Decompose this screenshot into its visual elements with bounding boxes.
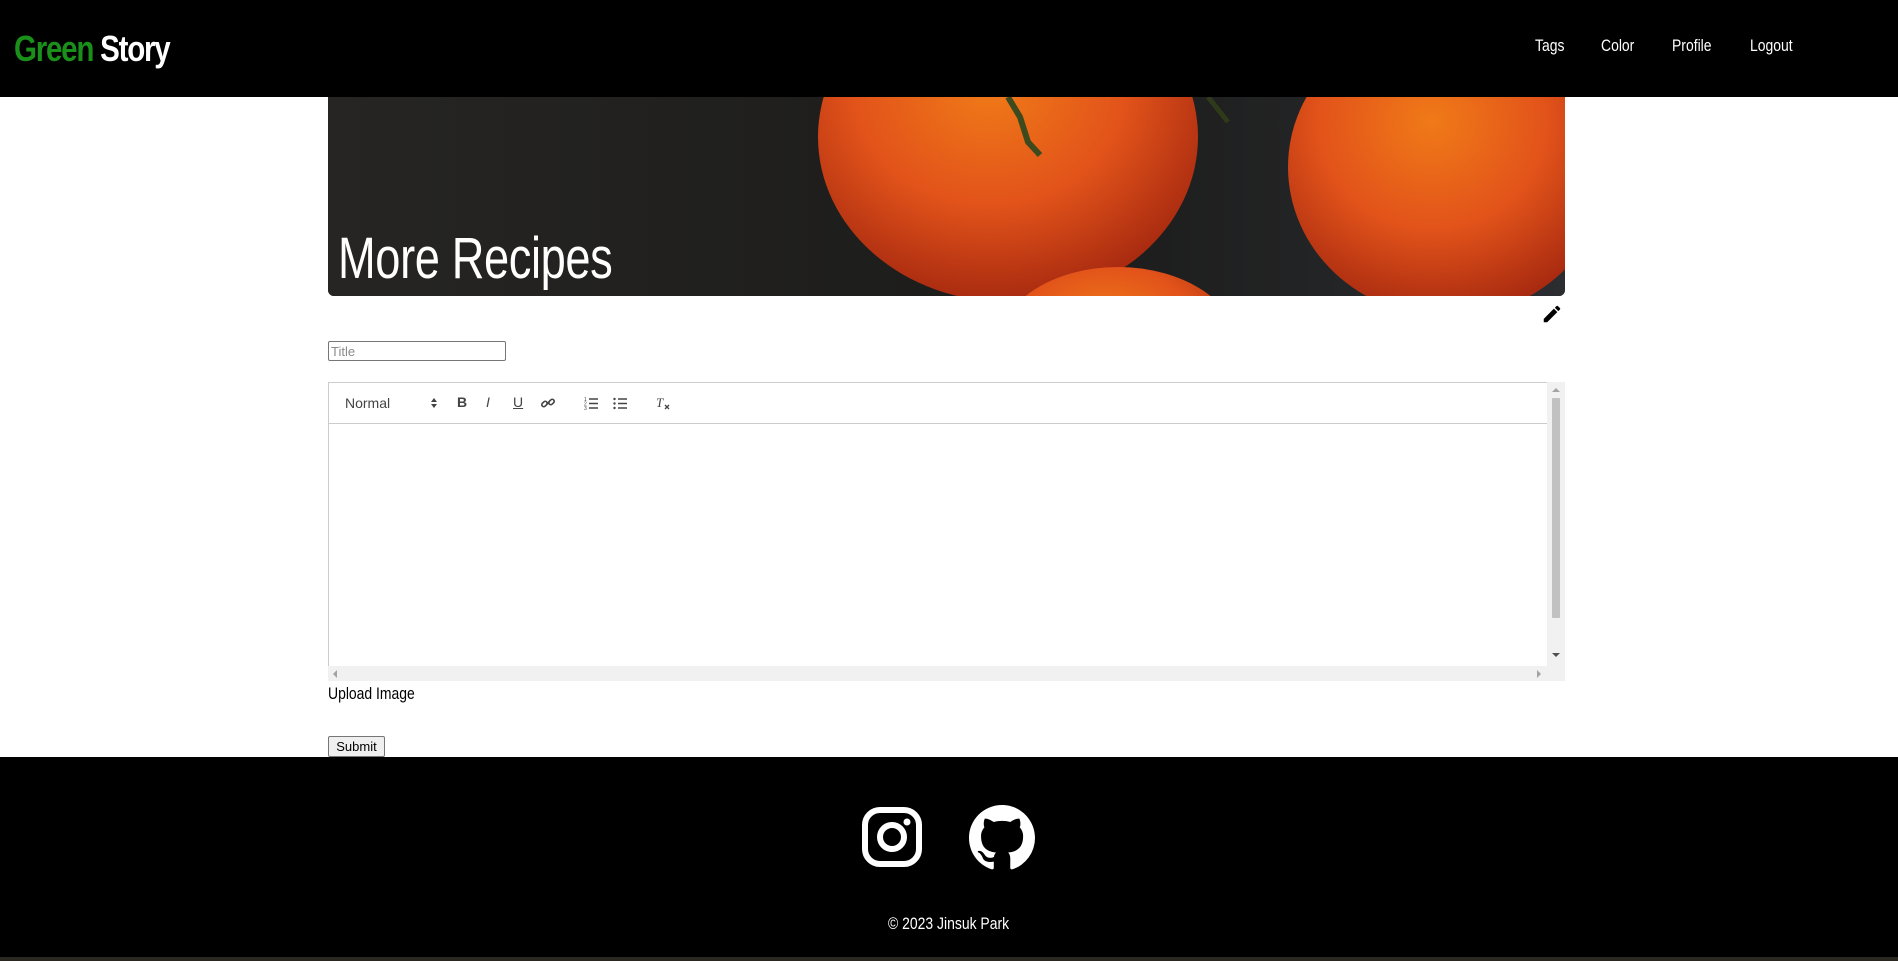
brand-story: Story xyxy=(100,28,171,69)
scroll-left-icon[interactable] xyxy=(332,670,338,678)
nav-logout[interactable]: Logout xyxy=(1750,36,1793,56)
footer-bottom-line xyxy=(0,957,1898,961)
upload-image-label[interactable]: Upload Image xyxy=(328,684,415,704)
copyright-text: © 2023 Jinsuk Park xyxy=(888,914,1010,933)
horizontal-scrollbar[interactable] xyxy=(328,666,1565,681)
hero-banner: More Recipes xyxy=(328,97,1565,296)
page-title: More Recipes xyxy=(338,226,613,291)
link-icon[interactable] xyxy=(540,395,556,411)
header-select-value: Normal xyxy=(345,395,391,411)
scroll-down-icon[interactable] xyxy=(1552,652,1560,658)
bullet-list-icon[interactable] xyxy=(612,395,628,411)
vertical-scrollbar[interactable] xyxy=(1547,382,1565,666)
select-arrows-icon xyxy=(431,398,437,408)
svg-text:3: 3 xyxy=(584,406,587,411)
italic-button[interactable]: I xyxy=(486,394,490,410)
svg-text:T: T xyxy=(656,395,664,410)
navbar: Green Story Tags Color Profile Logout xyxy=(0,0,1898,97)
clear-format-icon[interactable]: T xyxy=(655,395,671,411)
header-select[interactable]: Normal xyxy=(345,395,437,411)
instagram-icon[interactable] xyxy=(862,807,922,867)
scroll-right-icon[interactable] xyxy=(1536,670,1542,678)
editor-content[interactable] xyxy=(328,424,1548,667)
footer: © 2023 Jinsuk Park xyxy=(0,757,1898,957)
submit-button[interactable]: Submit xyxy=(328,736,385,757)
scroll-up-icon[interactable] xyxy=(1552,387,1560,393)
ordered-list-icon[interactable]: 1 2 3 xyxy=(583,395,599,411)
nav-profile[interactable]: Profile xyxy=(1672,36,1712,56)
pencil-icon[interactable] xyxy=(1541,303,1563,325)
underline-button[interactable]: U xyxy=(513,394,523,410)
nav-tags[interactable]: Tags xyxy=(1535,36,1564,56)
bold-button[interactable]: B xyxy=(457,394,467,410)
editor-toolbar: Normal B I U 1 2 3 T xyxy=(328,382,1548,424)
nav-color[interactable]: Color xyxy=(1601,36,1634,56)
scrollbar-thumb[interactable] xyxy=(1552,398,1560,618)
title-input[interactable] xyxy=(328,341,506,361)
brand-logo[interactable]: Green Story xyxy=(14,28,171,70)
github-icon[interactable] xyxy=(969,805,1035,871)
brand-green: Green xyxy=(14,28,94,69)
rich-text-editor: Normal B I U 1 2 3 T xyxy=(328,382,1565,681)
